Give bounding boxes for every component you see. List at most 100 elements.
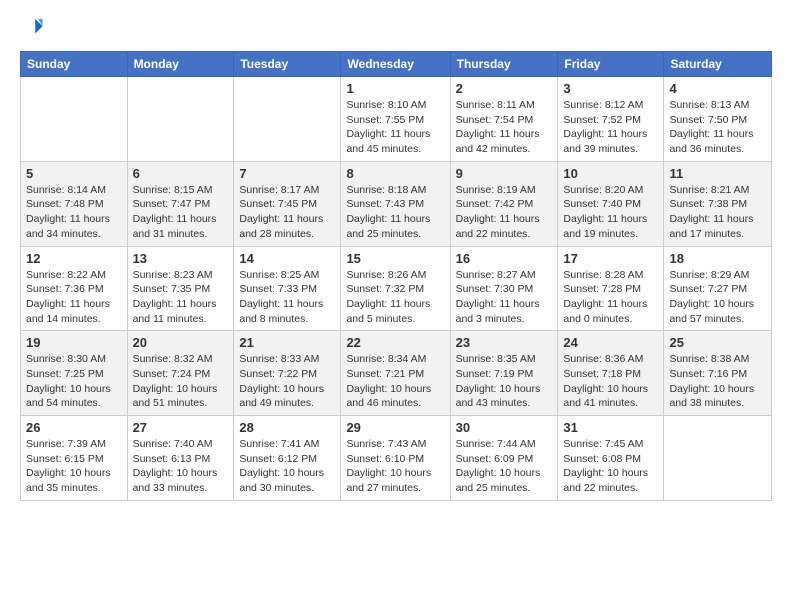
day-info: Sunrise: 8:35 AM Sunset: 7:19 PM Dayligh… [456, 352, 553, 411]
day-cell: 15 Sunrise: 8:26 AM Sunset: 7:32 PM Dayli… [341, 246, 450, 331]
day-info: Sunrise: 8:30 AM Sunset: 7:25 PM Dayligh… [26, 352, 122, 411]
day-info: Sunrise: 8:36 AM Sunset: 7:18 PM Dayligh… [563, 352, 658, 411]
day-info: Sunrise: 8:13 AM Sunset: 7:50 PM Dayligh… [669, 98, 766, 157]
day-number: 4 [669, 81, 766, 96]
day-number: 28 [239, 420, 335, 435]
day-cell: 29 Sunrise: 7:43 AM Sunset: 6:10 PM Dayli… [341, 416, 450, 501]
day-info: Sunrise: 8:19 AM Sunset: 7:42 PM Dayligh… [456, 183, 553, 242]
weekday-header-wednesday: Wednesday [341, 52, 450, 77]
day-cell: 9 Sunrise: 8:19 AM Sunset: 7:42 PM Daylig… [450, 161, 558, 246]
week-row-5: 26Sunrise: 7:39 AM Sunset: 6:15 PM Dayli… [21, 416, 772, 501]
week-row-3: 12 Sunrise: 8:22 AM Sunset: 7:36 PM Dayli… [21, 246, 772, 331]
day-cell: 4 Sunrise: 8:13 AM Sunset: 7:50 PM Daylig… [664, 77, 772, 162]
day-number: 14 [239, 251, 335, 266]
day-number: 29 [346, 420, 444, 435]
weekday-header-row: SundayMondayTuesdayWednesdayThursdayFrid… [21, 52, 772, 77]
day-number: 26 [26, 420, 122, 435]
day-cell: 13Sunrise: 8:23 AM Sunset: 7:35 PM Dayli… [127, 246, 234, 331]
weekday-header-tuesday: Tuesday [234, 52, 341, 77]
day-number: 11 [669, 166, 766, 181]
header [20, 16, 772, 43]
day-number: 27 [133, 420, 229, 435]
day-info: Sunrise: 7:45 AM Sunset: 6:08 PM Dayligh… [563, 437, 658, 496]
day-number: 3 [563, 81, 658, 96]
day-info: Sunrise: 8:33 AM Sunset: 7:22 PM Dayligh… [239, 352, 335, 411]
day-number: 15 [346, 251, 444, 266]
day-cell: 2Sunrise: 8:11 AM Sunset: 7:54 PM Daylig… [450, 77, 558, 162]
day-number: 16 [456, 251, 553, 266]
day-cell: 1 Sunrise: 8:10 AM Sunset: 7:55 PM Daylig… [341, 77, 450, 162]
day-info: Sunrise: 8:15 AM Sunset: 7:47 PM Dayligh… [133, 183, 229, 242]
weekday-header-monday: Monday [127, 52, 234, 77]
day-number: 10 [563, 166, 658, 181]
page-container: SundayMondayTuesdayWednesdayThursdayFrid… [0, 0, 792, 511]
day-number: 22 [346, 335, 444, 350]
day-cell [664, 416, 772, 501]
day-cell: 22 Sunrise: 8:34 AM Sunset: 7:21 PM Dayli… [341, 331, 450, 416]
day-info: Sunrise: 7:40 AM Sunset: 6:13 PM Dayligh… [133, 437, 229, 496]
day-info: Sunrise: 8:21 AM Sunset: 7:38 PM Dayligh… [669, 183, 766, 242]
week-row-2: 5 Sunrise: 8:14 AM Sunset: 7:48 PM Daylig… [21, 161, 772, 246]
weekday-header-thursday: Thursday [450, 52, 558, 77]
day-number: 1 [346, 81, 444, 96]
weekday-header-saturday: Saturday [664, 52, 772, 77]
day-number: 20 [133, 335, 229, 350]
day-cell: 25Sunrise: 8:38 AM Sunset: 7:16 PM Dayli… [664, 331, 772, 416]
day-cell: 31 Sunrise: 7:45 AM Sunset: 6:08 PM Dayli… [558, 416, 664, 501]
day-info: Sunrise: 8:28 AM Sunset: 7:28 PM Dayligh… [563, 268, 658, 327]
day-number: 25 [669, 335, 766, 350]
day-info: Sunrise: 8:14 AM Sunset: 7:48 PM Dayligh… [26, 183, 122, 242]
logo-icon [22, 16, 44, 38]
day-info: Sunrise: 7:41 AM Sunset: 6:12 PM Dayligh… [239, 437, 335, 496]
week-row-4: 19 Sunrise: 8:30 AM Sunset: 7:25 PM Dayli… [21, 331, 772, 416]
day-info: Sunrise: 8:23 AM Sunset: 7:35 PM Dayligh… [133, 268, 229, 327]
day-cell: 27 Sunrise: 7:40 AM Sunset: 6:13 PM Dayli… [127, 416, 234, 501]
day-info: Sunrise: 8:10 AM Sunset: 7:55 PM Dayligh… [346, 98, 444, 157]
day-number: 8 [346, 166, 444, 181]
day-cell [234, 77, 341, 162]
weekday-header-friday: Friday [558, 52, 664, 77]
day-cell: 12 Sunrise: 8:22 AM Sunset: 7:36 PM Dayli… [21, 246, 128, 331]
day-cell: 23Sunrise: 8:35 AM Sunset: 7:19 PM Dayli… [450, 331, 558, 416]
day-info: Sunrise: 8:26 AM Sunset: 7:32 PM Dayligh… [346, 268, 444, 327]
day-cell [127, 77, 234, 162]
week-row-1: 1 Sunrise: 8:10 AM Sunset: 7:55 PM Daylig… [21, 77, 772, 162]
day-info: Sunrise: 8:11 AM Sunset: 7:54 PM Dayligh… [456, 98, 553, 157]
day-info: Sunrise: 8:17 AM Sunset: 7:45 PM Dayligh… [239, 183, 335, 242]
day-number: 21 [239, 335, 335, 350]
day-number: 5 [26, 166, 122, 181]
day-info: Sunrise: 8:34 AM Sunset: 7:21 PM Dayligh… [346, 352, 444, 411]
day-number: 24 [563, 335, 658, 350]
day-number: 9 [456, 166, 553, 181]
day-cell: 5 Sunrise: 8:14 AM Sunset: 7:48 PM Daylig… [21, 161, 128, 246]
day-number: 7 [239, 166, 335, 181]
day-number: 31 [563, 420, 658, 435]
day-cell: 18 Sunrise: 8:29 AM Sunset: 7:27 PM Dayli… [664, 246, 772, 331]
day-cell: 10 Sunrise: 8:20 AM Sunset: 7:40 PM Dayli… [558, 161, 664, 246]
day-info: Sunrise: 7:44 AM Sunset: 6:09 PM Dayligh… [456, 437, 553, 496]
day-info: Sunrise: 8:18 AM Sunset: 7:43 PM Dayligh… [346, 183, 444, 242]
day-cell: 19 Sunrise: 8:30 AM Sunset: 7:25 PM Dayli… [21, 331, 128, 416]
day-cell: 20 Sunrise: 8:32 AM Sunset: 7:24 PM Dayli… [127, 331, 234, 416]
day-info: Sunrise: 7:43 AM Sunset: 6:10 PM Dayligh… [346, 437, 444, 496]
day-number: 19 [26, 335, 122, 350]
day-number: 18 [669, 251, 766, 266]
day-info: Sunrise: 8:22 AM Sunset: 7:36 PM Dayligh… [26, 268, 122, 327]
day-info: Sunrise: 8:20 AM Sunset: 7:40 PM Dayligh… [563, 183, 658, 242]
day-number: 17 [563, 251, 658, 266]
day-number: 12 [26, 251, 122, 266]
day-cell: 11 Sunrise: 8:21 AM Sunset: 7:38 PM Dayli… [664, 161, 772, 246]
day-info: Sunrise: 8:29 AM Sunset: 7:27 PM Dayligh… [669, 268, 766, 327]
weekday-header-sunday: Sunday [21, 52, 128, 77]
day-cell: 16Sunrise: 8:27 AM Sunset: 7:30 PM Dayli… [450, 246, 558, 331]
day-cell: 6 Sunrise: 8:15 AM Sunset: 7:47 PM Daylig… [127, 161, 234, 246]
day-cell: 14Sunrise: 8:25 AM Sunset: 7:33 PM Dayli… [234, 246, 341, 331]
day-cell: 26Sunrise: 7:39 AM Sunset: 6:15 PM Dayli… [21, 416, 128, 501]
day-cell: 8 Sunrise: 8:18 AM Sunset: 7:43 PM Daylig… [341, 161, 450, 246]
day-number: 30 [456, 420, 553, 435]
day-info: Sunrise: 8:32 AM Sunset: 7:24 PM Dayligh… [133, 352, 229, 411]
day-cell: 24 Sunrise: 8:36 AM Sunset: 7:18 PM Dayli… [558, 331, 664, 416]
day-cell: 7 Sunrise: 8:17 AM Sunset: 7:45 PM Daylig… [234, 161, 341, 246]
day-number: 6 [133, 166, 229, 181]
logo [20, 16, 48, 43]
